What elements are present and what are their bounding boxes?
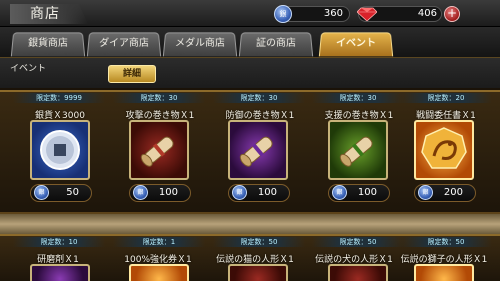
limit-count: 限定数：30 <box>113 93 205 103</box>
tab-label: メダル商店 <box>174 38 226 50</box>
silver-coin-icon: 銀 <box>274 5 292 23</box>
price-value: 200 <box>443 187 463 198</box>
silver-coin-icon: 銀 <box>332 185 347 200</box>
shop-row-1: 限定数：9999 銀貨Ｘ3000 銀 50 限定数：30 攻撃の巻き物Ｘ1 銀 … <box>0 90 500 214</box>
price-value: 50 <box>66 187 79 198</box>
event-label: イベント <box>10 64 47 74</box>
limit-count: 限定数：30 <box>213 93 305 103</box>
add-gems-button[interactable]: + <box>444 6 460 22</box>
item-card[interactable] <box>129 264 189 281</box>
silver-coin-icon: 銀 <box>418 185 433 200</box>
price-tag: 銀 100 <box>228 184 290 202</box>
tab-diamond-shop[interactable]: ダイア商店 <box>86 32 162 57</box>
limit-count: 限定数：50 <box>312 237 404 247</box>
shop-row-2: 限定数：10 研磨剤Ｘ1 限定数：1 100%強化券Ｘ1 限定数：50 伝説の猫… <box>0 234 500 281</box>
tab-event[interactable]: イベント <box>318 32 394 57</box>
item-card[interactable] <box>328 120 388 180</box>
price-value: 100 <box>158 187 178 198</box>
event-info-bar: イベント 詳細 <box>0 57 500 88</box>
price-tag: 銀 100 <box>328 184 390 202</box>
item-card[interactable] <box>414 120 474 180</box>
item-card[interactable] <box>328 264 388 281</box>
limit-count: 限定数：10 <box>13 237 105 247</box>
dragon-emblem-icon <box>421 127 467 169</box>
tab-silver-shop[interactable]: 銀貨商店 <box>10 32 86 57</box>
scroll-icon <box>239 136 273 167</box>
item-card[interactable] <box>228 120 288 180</box>
page-title: 商店 <box>10 4 88 24</box>
scroll-icon <box>339 136 373 167</box>
tab-medal-shop[interactable]: メダル商店 <box>162 32 238 57</box>
limit-count: 限定数：30 <box>312 93 404 103</box>
item-card[interactable] <box>30 264 90 281</box>
silver-currency-display: 銀 360 <box>274 5 350 23</box>
row-divider <box>0 214 500 234</box>
scroll-icon <box>140 136 174 167</box>
price-tag: 銀 200 <box>414 184 476 202</box>
limit-count: 限定数：1 <box>113 237 205 247</box>
tab-label: ダイア商店 <box>98 38 150 50</box>
silver-amount: 360 <box>323 8 343 19</box>
ruby-gem-icon <box>357 7 377 21</box>
limit-count: 限定数：9999 <box>13 93 105 103</box>
detail-button[interactable]: 詳細 <box>108 65 156 83</box>
tab-label: 証の商店 <box>255 38 297 50</box>
limit-count: 限定数：50 <box>213 237 305 247</box>
price-tag: 銀 50 <box>30 184 92 202</box>
silver-coin-icon <box>40 130 80 170</box>
item-card[interactable] <box>30 120 90 180</box>
limit-count: 限定数：20 <box>400 93 492 103</box>
item-card[interactable] <box>414 264 474 281</box>
gem-currency-display: 406 <box>357 6 442 22</box>
price-value: 100 <box>357 187 377 198</box>
silver-coin-icon: 銀 <box>34 185 49 200</box>
tab-proof-shop[interactable]: 証の商店 <box>238 32 314 57</box>
item-card[interactable] <box>228 264 288 281</box>
item-card[interactable] <box>129 120 189 180</box>
silver-coin-icon: 銀 <box>232 185 247 200</box>
header-bar: 商店 銀 360 406 + <box>0 0 500 27</box>
silver-coin-icon: 銀 <box>133 185 148 200</box>
price-value: 100 <box>257 187 277 198</box>
shop-tab-bar: 銀貨商店 ダイア商店 メダル商店 証の商店 イベント <box>0 27 500 57</box>
tab-label: 銀貨商店 <box>27 38 69 50</box>
price-tag: 銀 100 <box>129 184 191 202</box>
gem-amount: 406 <box>417 8 437 19</box>
limit-count: 限定数：50 <box>400 237 492 247</box>
tab-label: イベント <box>335 38 377 50</box>
